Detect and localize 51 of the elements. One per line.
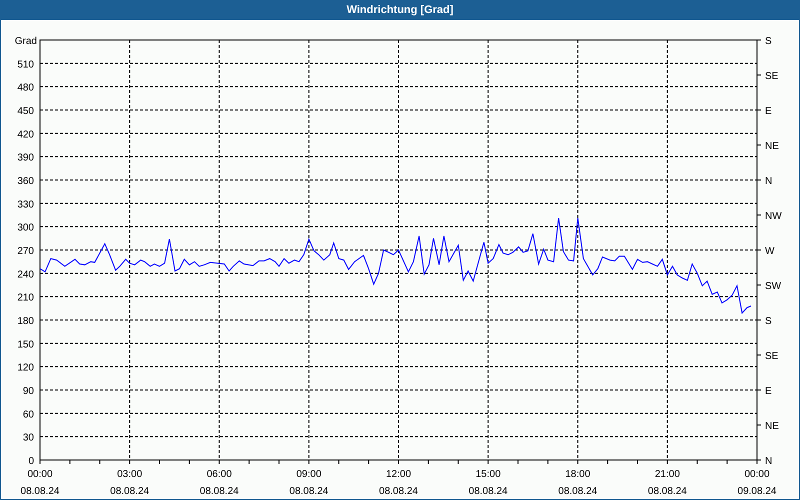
x-tick-label: 12:00 <box>386 469 412 480</box>
y-tick-label: 30 <box>22 432 34 444</box>
compass-label: NW <box>765 211 782 222</box>
compass-label: N <box>765 176 772 187</box>
compass-label: S <box>765 36 772 47</box>
x-tick-label: 09:00 <box>296 469 322 480</box>
date-label: 08.08.24 <box>558 486 598 497</box>
x-tick-label: 18:00 <box>565 469 590 480</box>
y-tick-label: 360 <box>17 176 34 187</box>
y-tick-label: 480 <box>17 82 34 94</box>
compass-label: N <box>765 456 772 467</box>
compass-label: W <box>765 246 774 257</box>
compass-label: NE <box>765 141 779 152</box>
date-label: 08.08.24 <box>379 486 418 497</box>
date-label: 08.08.24 <box>648 486 687 497</box>
y-tick-label: 330 <box>17 199 34 210</box>
compass-label: SE <box>765 71 778 82</box>
compass-label: SE <box>765 351 778 362</box>
axis-title: Grad <box>14 36 37 47</box>
compass-label: E <box>765 386 772 397</box>
x-tick-label: 00:00 <box>27 469 53 480</box>
y-tick-label: 180 <box>17 316 34 327</box>
x-tick-label: 15:00 <box>476 469 501 480</box>
date-label: 08.08.24 <box>200 486 239 497</box>
y-tick-label: 420 <box>17 129 34 140</box>
y-tick-label: 60 <box>22 409 34 420</box>
date-label: 08.08.24 <box>289 486 328 497</box>
compass-label: S <box>765 316 772 327</box>
compass-label: SW <box>765 281 782 292</box>
x-tick-label: 03:00 <box>117 469 142 480</box>
compass-label: E <box>765 106 772 117</box>
x-tick-label: 06:00 <box>206 469 232 480</box>
date-label: 08.08.24 <box>110 486 150 497</box>
y-tick-label: 120 <box>17 362 34 374</box>
x-tick-label: 21:00 <box>654 469 680 480</box>
compass-label: NE <box>765 421 779 432</box>
date-label: 08.08.24 <box>20 486 60 497</box>
y-tick-label: 210 <box>17 292 34 304</box>
y-tick-label: 90 <box>22 386 34 397</box>
y-tick-label: 0 <box>28 456 34 467</box>
y-tick-label: 450 <box>17 106 34 117</box>
y-tick-label: 150 <box>17 339 34 350</box>
window-title: Windrichtung [Grad] <box>346 2 454 18</box>
y-tick-label: 240 <box>17 269 34 280</box>
x-tick-label: 00:00 <box>744 469 770 480</box>
y-tick-label: 510 <box>17 59 34 70</box>
y-tick-label: 390 <box>17 152 34 164</box>
y-tick-label: 270 <box>17 246 34 257</box>
y-tick-label: 300 <box>17 222 34 234</box>
date-label: 08.08.24 <box>468 486 508 497</box>
date-label: 09.08.24 <box>738 486 776 497</box>
